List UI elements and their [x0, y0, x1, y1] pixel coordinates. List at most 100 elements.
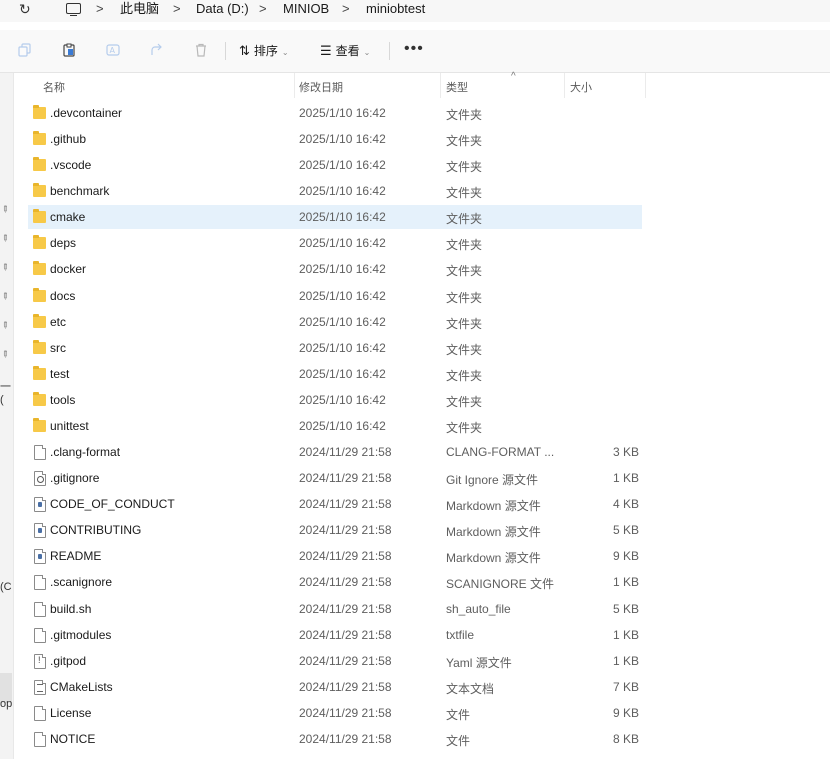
file-row[interactable]: unittest 2025/1/10 16:42 文件夹: [28, 414, 642, 438]
markdown-file-icon: [34, 497, 46, 513]
file-type: 文件: [446, 707, 471, 722]
file-type: 文件夹: [446, 186, 483, 201]
file-icon: [34, 601, 46, 617]
file-row[interactable]: CMakeLists 2024/11/29 21:58 文本文档 7 KB: [28, 675, 642, 699]
file-row[interactable]: cmake 2025/1/10 16:42 文件夹: [28, 205, 642, 230]
file-row[interactable]: NOTICE 2024/11/29 21:58 文件 8 KB: [28, 727, 642, 751]
copy-icon[interactable]: [18, 43, 32, 57]
file-row[interactable]: .github 2025/1/10 16:42 文件夹: [28, 127, 642, 151]
breadcrumb-separator[interactable]: >: [96, 0, 104, 18]
folder-icon: [33, 417, 46, 432]
breadcrumb-separator[interactable]: >: [259, 0, 267, 18]
file-type: 文件夹: [446, 212, 483, 227]
file-name: NOTICE: [50, 731, 96, 746]
file-date-modified: 2024/11/29 21:58: [299, 445, 392, 460]
file-row[interactable]: CODE_OF_CONDUCT 2024/11/29 21:58 Markdown …: [28, 492, 642, 516]
file-row[interactable]: docs 2025/1/10 16:42 文件夹: [28, 284, 642, 308]
column-size[interactable]: 大小: [570, 79, 592, 95]
breadcrumb-miniobtest[interactable]: miniobtest: [366, 1, 425, 17]
file-icon: [34, 575, 46, 591]
git-file-icon: [34, 471, 46, 487]
file-icon: [34, 445, 46, 461]
file-size: 1 KB: [612, 653, 639, 668]
file-row[interactable]: docker 2025/1/10 16:42 文件夹: [28, 257, 642, 281]
file-name: src: [50, 340, 66, 355]
breadcrumb-drive-d[interactable]: Data (D:): [196, 1, 249, 17]
file-row[interactable]: build.sh 2024/11/29 21:58 sh_auto_file 5 KB: [28, 597, 642, 621]
file-row[interactable]: .gitmodules 2024/11/29 21:58 txtfile 1 KB: [28, 623, 642, 647]
yaml-file-icon: [34, 653, 46, 669]
delete-icon[interactable]: [194, 43, 208, 57]
column-divider[interactable]: [440, 73, 441, 98]
address-bar: ↻ > 此电脑 > Data (D:) > MINIOB > miniobtes…: [0, 0, 830, 22]
folder-icon: [33, 131, 46, 146]
file-type: txtfile: [446, 627, 475, 642]
file-type: 文件夹: [446, 160, 483, 175]
file-date-modified: 2024/11/29 21:58: [299, 705, 392, 720]
file-size: 7 KB: [612, 679, 639, 694]
breadcrumb-separator[interactable]: >: [173, 0, 181, 18]
column-divider[interactable]: [294, 73, 295, 98]
file-date-modified: 2025/1/10 16:42: [299, 262, 386, 277]
sort-button[interactable]: ⇅ 排序 ⌄: [239, 42, 289, 60]
file-row[interactable]: README 2024/11/29 21:58 Markdown 源文件 9 KB: [28, 544, 642, 568]
navigation-pane[interactable]: ✎ ✎ ✎ ✎ ✎ ✎ 一( (C op: [0, 73, 14, 759]
file-row[interactable]: .vscode 2025/1/10 16:42 文件夹: [28, 153, 642, 177]
file-row[interactable]: deps 2025/1/10 16:42 文件夹: [28, 231, 642, 255]
file-date-modified: 2024/11/29 21:58: [299, 497, 392, 512]
file-type: 文件夹: [446, 342, 483, 357]
pin-icon: ✎: [0, 318, 12, 332]
chevron-down-icon: ⌄: [281, 48, 289, 57]
file-row[interactable]: test 2025/1/10 16:42 文件夹: [28, 362, 642, 386]
file-type: 文件夹: [446, 316, 483, 331]
file-row[interactable]: src 2025/1/10 16:42 文件夹: [28, 336, 642, 360]
nav-item-fragment[interactable]: (C: [0, 581, 12, 593]
column-type[interactable]: 类型: [446, 79, 468, 95]
file-date-modified: 2025/1/10 16:42: [299, 106, 386, 120]
file-icon: [34, 731, 46, 747]
file-type: Markdown 源文件: [446, 499, 541, 514]
file-type: Markdown 源文件: [446, 551, 541, 566]
column-divider[interactable]: [645, 73, 646, 98]
view-button[interactable]: ☰ 查看 ⌄: [320, 42, 370, 60]
paste-icon[interactable]: [62, 43, 76, 57]
more-options-button[interactable]: •••: [404, 40, 424, 58]
sort-label: 排序: [253, 44, 278, 58]
file-row[interactable]: .gitpod 2024/11/29 21:58 Yaml 源文件 1 KB: [28, 649, 642, 673]
file-row[interactable]: License 2024/11/29 21:58 文件 9 KB: [28, 701, 642, 725]
file-name: CODE_OF_CONDUCT: [50, 497, 175, 512]
file-name: .gitpod: [50, 653, 87, 668]
file-row[interactable]: benchmark 2025/1/10 16:42 文件夹: [28, 179, 642, 203]
folder-icon: [33, 157, 46, 172]
column-name[interactable]: 名称: [43, 79, 65, 95]
markdown-file-icon: [34, 549, 46, 565]
file-date-modified: 2024/11/29 21:58: [299, 653, 392, 668]
file-row[interactable]: etc 2025/1/10 16:42 文件夹: [28, 310, 642, 334]
file-name: .gitmodules: [50, 627, 112, 642]
nav-item-fragment[interactable]: op: [0, 698, 12, 710]
share-icon[interactable]: [150, 43, 164, 57]
folder-icon: [33, 261, 46, 276]
breadcrumb-miniob[interactable]: MINIOB: [283, 1, 329, 17]
text-document-icon: [34, 679, 46, 695]
file-row[interactable]: tools 2025/1/10 16:42 文件夹: [28, 388, 642, 412]
rename-icon[interactable]: A: [106, 43, 120, 57]
file-row[interactable]: .clang-format 2024/11/29 21:58 CLANG-FORMA…: [28, 440, 642, 464]
column-date-modified[interactable]: 修改日期: [299, 79, 343, 95]
file-row[interactable]: .scanignore 2024/11/29 21:58 SCANIGNORE 文件…: [28, 570, 642, 594]
this-pc-icon[interactable]: [66, 3, 81, 17]
file-name: License: [50, 705, 92, 720]
column-divider[interactable]: [564, 73, 565, 98]
file-row[interactable]: .devcontainer 2025/1/10 16:42 文件夹: [28, 101, 642, 125]
file-row[interactable]: .gitignore 2024/11/29 21:58 Git Ignore 源文件…: [28, 466, 642, 490]
folder-icon: [33, 183, 46, 198]
file-type: CLANG-FORMAT ...: [446, 445, 555, 460]
breadcrumb-this-pc[interactable]: 此电脑: [120, 1, 159, 17]
markdown-file-icon: [34, 523, 46, 539]
file-row[interactable]: CONTRIBUTING 2024/11/29 21:58 Markdown 源文件…: [28, 518, 642, 542]
column-header: 名称 修改日期 类型 ^ 大小: [14, 71, 830, 98]
breadcrumb-separator[interactable]: >: [342, 0, 350, 18]
file-date-modified: 2024/11/29 21:58: [299, 627, 392, 642]
nav-item-fragment[interactable]: 一(: [0, 378, 13, 406]
refresh-icon[interactable]: ↻: [19, 0, 31, 18]
